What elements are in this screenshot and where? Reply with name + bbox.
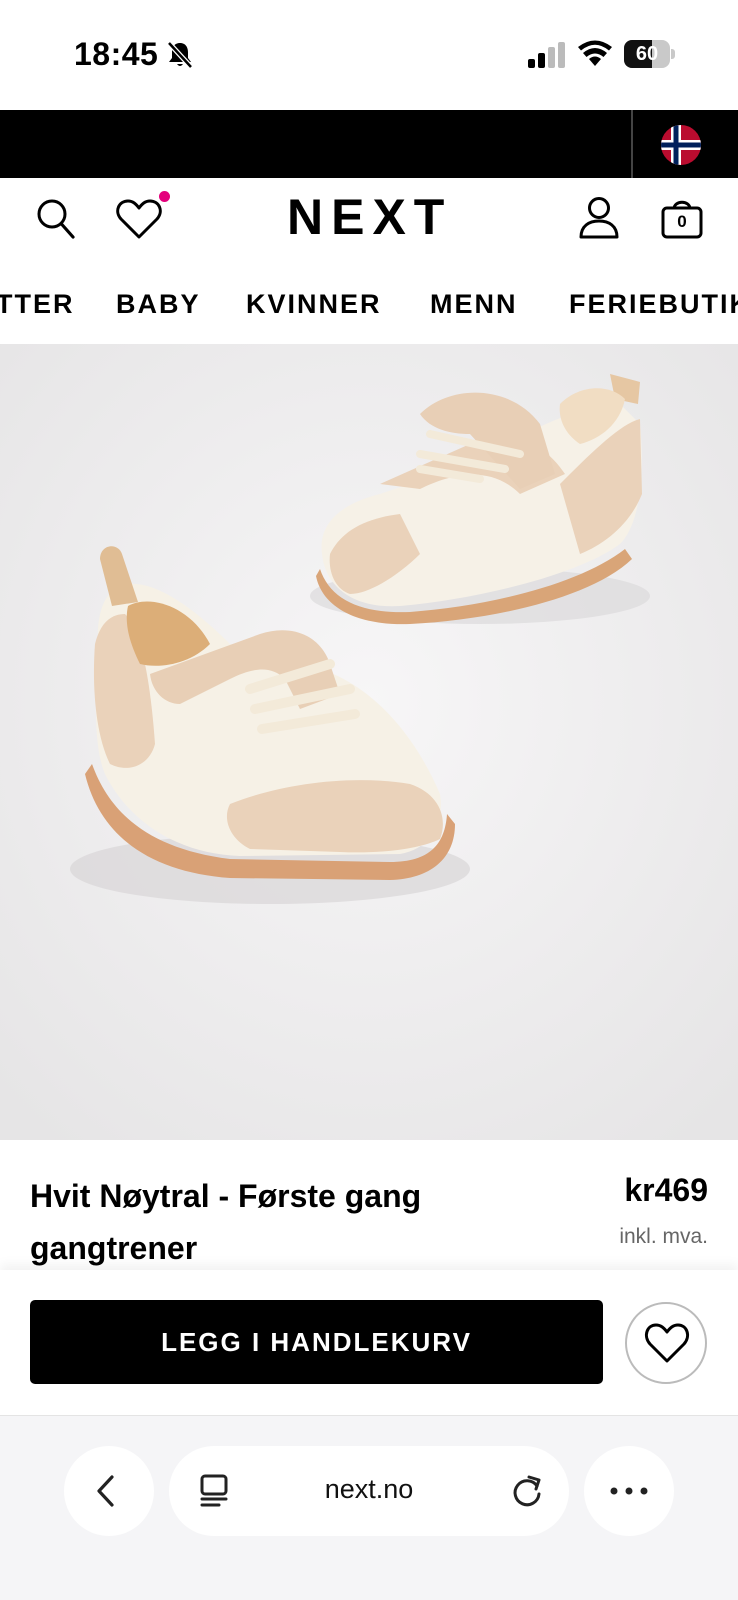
url-text[interactable]: next.no <box>169 1474 569 1505</box>
category-item-men[interactable]: MENN <box>430 286 518 322</box>
norway-flag-icon[interactable] <box>661 125 701 165</box>
add-to-bag-button[interactable]: LEGG I HANDLEKURV <box>30 1300 603 1384</box>
category-item-women[interactable]: KVINNER <box>246 286 382 322</box>
cellular-signal-icon <box>528 42 565 68</box>
bag-count: 0 <box>677 212 687 231</box>
wifi-icon <box>578 40 612 66</box>
ellipsis-icon <box>610 1487 648 1495</box>
category-item-baby[interactable]: BABY <box>116 286 201 322</box>
chevron-left-icon <box>97 1475 114 1507</box>
search-icon[interactable] <box>36 198 76 240</box>
product-title: Hvit Nøytral - Første gang gangtrener <box>30 1178 422 1266</box>
save-to-wishlist-button[interactable] <box>625 1302 707 1384</box>
account-icon[interactable] <box>578 196 620 240</box>
reload-icon[interactable] <box>510 1474 544 1508</box>
product-photo-shoes <box>0 344 738 1140</box>
wishlist-notification-dot <box>159 191 170 202</box>
heart-icon <box>644 1323 690 1363</box>
category-item-kids[interactable]: TTER <box>0 286 75 322</box>
status-time: 18:45 <box>74 36 159 72</box>
battery-percent: 60 <box>635 43 659 65</box>
category-nav: TTER BABY KVINNER MENN FERIEBUTIK <box>0 268 738 340</box>
browser-back-button[interactable] <box>64 1446 154 1536</box>
promo-bar <box>0 110 738 178</box>
next-logo[interactable]: NEXT <box>287 192 452 242</box>
category-item-holiday-shop[interactable]: FERIEBUTIK <box>569 286 738 322</box>
product-page: 18:45 60 NEXT 0 TTER BABY KVINNER MENN F… <box>0 0 738 1600</box>
battery-indicator: 60 <box>624 40 675 68</box>
vat-note: inkl. mva. <box>619 1225 708 1248</box>
product-price: kr469 <box>624 1172 708 1208</box>
wishlist-heart-icon[interactable] <box>115 198 163 240</box>
product-image[interactable] <box>0 344 738 1140</box>
bell-slash-icon <box>167 41 193 69</box>
promo-divider <box>631 110 633 178</box>
status-bar: 18:45 60 <box>0 0 738 110</box>
browser-more-button[interactable] <box>584 1446 674 1536</box>
